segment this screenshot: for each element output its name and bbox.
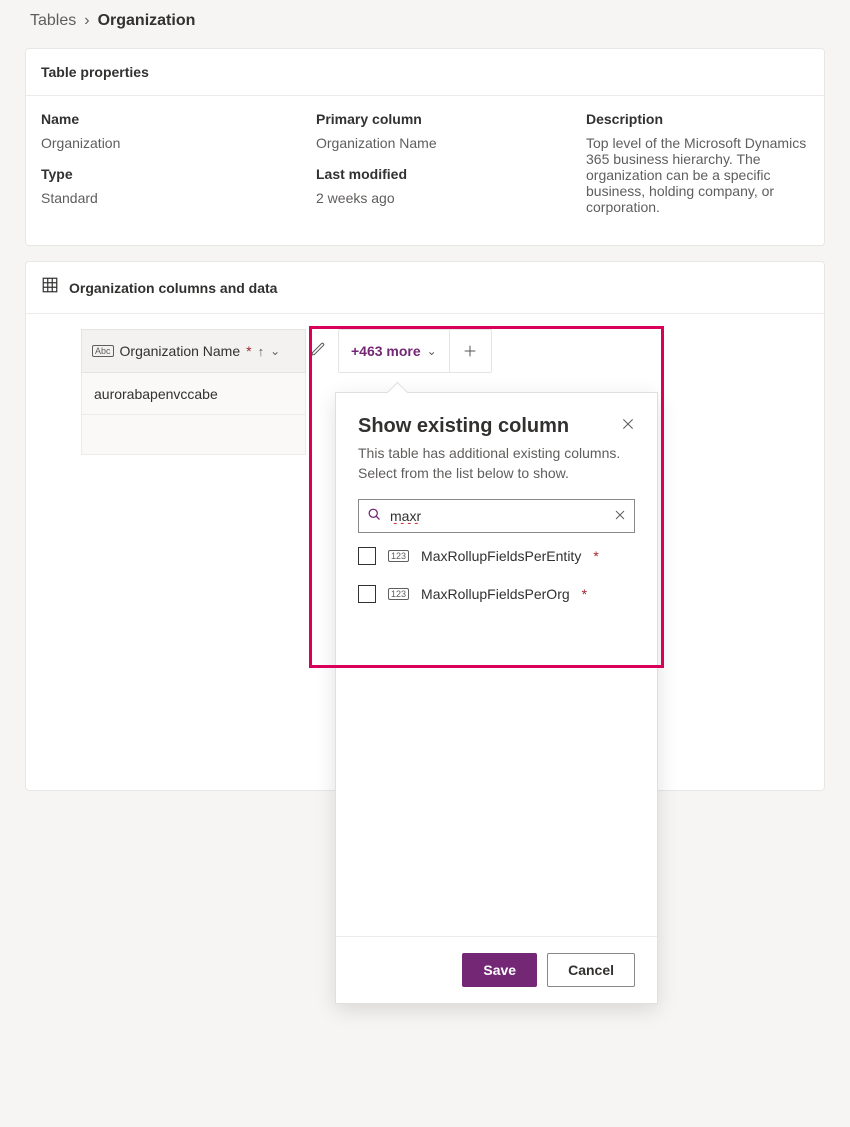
- search-input[interactable]: [390, 508, 606, 524]
- chevron-right-icon: ›: [84, 12, 89, 30]
- panel-title: Table properties: [26, 49, 824, 96]
- data-panel-title: Organization columns and data: [69, 280, 277, 296]
- more-columns-label: +463 more: [351, 343, 421, 359]
- text-type-icon: Abc: [92, 345, 114, 357]
- cell-value: aurorabapenvccabe: [94, 386, 218, 402]
- prop-name-value: Organization: [41, 135, 296, 151]
- column-option[interactable]: 123 MaxRollupFieldsPerOrg *: [358, 585, 635, 603]
- table-row[interactable]: aurorabapenvccabe: [81, 373, 306, 415]
- option-label: MaxRollupFieldsPerEntity: [421, 548, 581, 564]
- prop-type-value: Standard: [41, 190, 296, 206]
- column-header-label: Organization Name: [120, 343, 241, 359]
- show-existing-column-popover: Show existing column This table has addi…: [335, 392, 658, 1004]
- prop-name-label: Name: [41, 111, 296, 127]
- table-properties-panel: Table properties Name Organization Type …: [25, 48, 825, 246]
- breadcrumb-parent[interactable]: Tables: [30, 12, 76, 30]
- number-type-icon: 123: [388, 588, 409, 600]
- popover-description: This table has additional existing colum…: [336, 438, 657, 483]
- more-columns-button: +463 more ⌄: [338, 329, 492, 373]
- clear-search-icon[interactable]: [614, 508, 626, 524]
- prop-primary-label: Primary column: [316, 111, 566, 127]
- column-header-organization-name[interactable]: Abc Organization Name * ↑ ⌄: [81, 329, 306, 373]
- checkbox[interactable]: [358, 547, 376, 565]
- breadcrumb-current: Organization: [98, 12, 196, 30]
- option-label: MaxRollupFieldsPerOrg: [421, 586, 570, 602]
- required-indicator: *: [593, 548, 598, 564]
- prop-modified-label: Last modified: [316, 166, 566, 182]
- required-indicator: *: [246, 343, 251, 359]
- checkbox[interactable]: [358, 585, 376, 603]
- prop-modified-value: 2 weeks ago: [316, 190, 566, 206]
- prop-description-value: Top level of the Microsoft Dynamics 365 …: [586, 135, 809, 215]
- sort-asc-icon: ↑: [258, 344, 265, 359]
- more-columns-dropdown[interactable]: +463 more ⌄: [339, 330, 449, 372]
- prop-primary-value: Organization Name: [316, 135, 566, 151]
- search-field-wrapper: [358, 499, 635, 533]
- grid-icon: [41, 276, 59, 299]
- edit-icon[interactable]: [310, 341, 326, 362]
- number-type-icon: 123: [388, 550, 409, 562]
- required-indicator: *: [582, 586, 587, 602]
- popover-title: Show existing column: [358, 415, 569, 438]
- cancel-button[interactable]: Cancel: [547, 953, 635, 987]
- close-icon[interactable]: [621, 415, 635, 436]
- column-option[interactable]: 123 MaxRollupFieldsPerEntity *: [358, 547, 635, 565]
- breadcrumb: Tables › Organization: [0, 0, 850, 48]
- prop-description-label: Description: [586, 111, 809, 127]
- search-icon: [367, 507, 382, 526]
- add-column-button[interactable]: [449, 330, 491, 372]
- chevron-down-icon[interactable]: ⌄: [270, 344, 280, 358]
- prop-type-label: Type: [41, 166, 296, 182]
- table-row-empty: [81, 415, 306, 455]
- chevron-down-icon: ⌄: [427, 344, 437, 358]
- save-button[interactable]: Save: [462, 953, 537, 987]
